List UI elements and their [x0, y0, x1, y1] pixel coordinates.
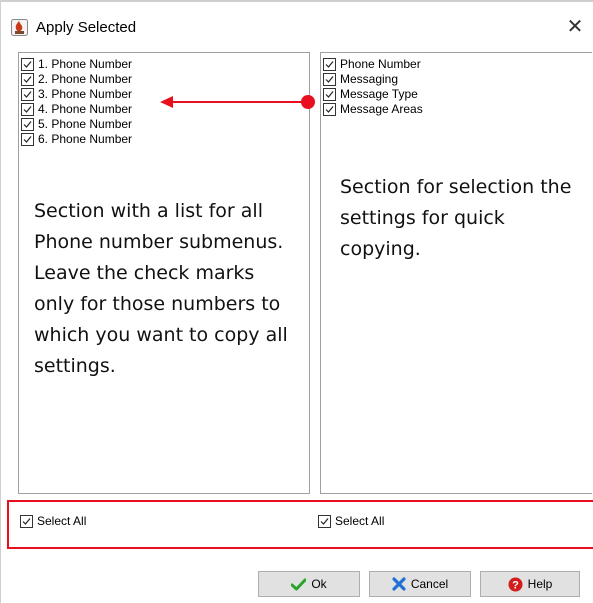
list-item[interactable]: Message Areas — [323, 102, 423, 117]
list-item-label: 2. Phone Number — [38, 72, 133, 86]
list-item-label: 3. Phone Number — [38, 87, 133, 101]
list-item[interactable]: 4. Phone Number — [21, 102, 132, 117]
select-all-settings[interactable]: Select All — [318, 514, 384, 528]
checkbox[interactable] — [20, 514, 33, 528]
list-item[interactable]: Phone Number — [323, 57, 423, 72]
select-all-label: Select All — [37, 514, 87, 528]
settings-selection-panel: Phone Number Messaging Message Type Mess… — [320, 52, 592, 494]
list-item-label: 4. Phone Number — [38, 102, 133, 116]
checkbox[interactable] — [323, 103, 336, 116]
list-item[interactable]: 6. Phone Number — [21, 132, 132, 147]
cancel-button[interactable]: Cancel — [369, 571, 471, 597]
left-border — [0, 0, 1, 603]
checkbox[interactable] — [21, 88, 34, 101]
app-icon — [11, 19, 28, 36]
list-item-label: Message Type — [340, 87, 418, 101]
cancel-label: Cancel — [410, 577, 449, 591]
highlight-rectangle — [7, 500, 593, 549]
title-bar: Apply Selected ✕ — [0, 0, 593, 48]
window-title: Apply Selected — [36, 19, 137, 36]
list-item-label: 5. Phone Number — [38, 117, 133, 131]
help-label: Help — [527, 577, 553, 591]
list-item-label: Messaging — [340, 72, 399, 86]
settings-annotation: Section for selection the settings for q… — [340, 176, 572, 260]
help-icon: ? — [508, 577, 523, 591]
checkbox[interactable] — [21, 58, 34, 71]
list-item[interactable]: 2. Phone Number — [21, 72, 132, 87]
checkbox[interactable] — [323, 88, 336, 101]
select-all-phone-numbers[interactable]: Select All — [20, 514, 86, 528]
list-item[interactable]: Messaging — [323, 72, 423, 87]
cross-icon — [392, 577, 406, 591]
list-item[interactable]: 3. Phone Number — [21, 87, 132, 102]
checkbox[interactable] — [21, 133, 34, 146]
list-item-label: Message Areas — [340, 102, 423, 116]
checkbox[interactable] — [323, 73, 336, 86]
list-item[interactable]: 1. Phone Number — [21, 57, 132, 72]
help-button[interactable]: ? Help — [480, 571, 580, 597]
phone-list-annotation: Section with a list for all Phone number… — [34, 200, 288, 377]
list-item-label: 6. Phone Number — [38, 132, 133, 146]
list-item-label: Phone Number — [340, 57, 421, 71]
checkbox[interactable] — [21, 73, 34, 86]
ok-label: Ok — [311, 577, 327, 591]
phone-number-list: 1. Phone Number 2. Phone Number 3. Phone… — [21, 57, 132, 147]
svg-text:?: ? — [512, 579, 519, 591]
list-item[interactable]: 5. Phone Number — [21, 117, 132, 132]
list-item[interactable]: Message Type — [323, 87, 423, 102]
ok-button[interactable]: Ok — [258, 571, 360, 597]
close-button[interactable]: ✕ — [563, 14, 587, 40]
list-item-label: 1. Phone Number — [38, 57, 133, 71]
checkbox[interactable] — [318, 514, 331, 528]
checkbox[interactable] — [323, 58, 336, 71]
checkbox[interactable] — [21, 118, 34, 131]
select-all-label: Select All — [335, 514, 385, 528]
settings-list: Phone Number Messaging Message Type Mess… — [323, 57, 423, 117]
checkmark-icon — [291, 578, 307, 590]
checkbox[interactable] — [21, 103, 34, 116]
